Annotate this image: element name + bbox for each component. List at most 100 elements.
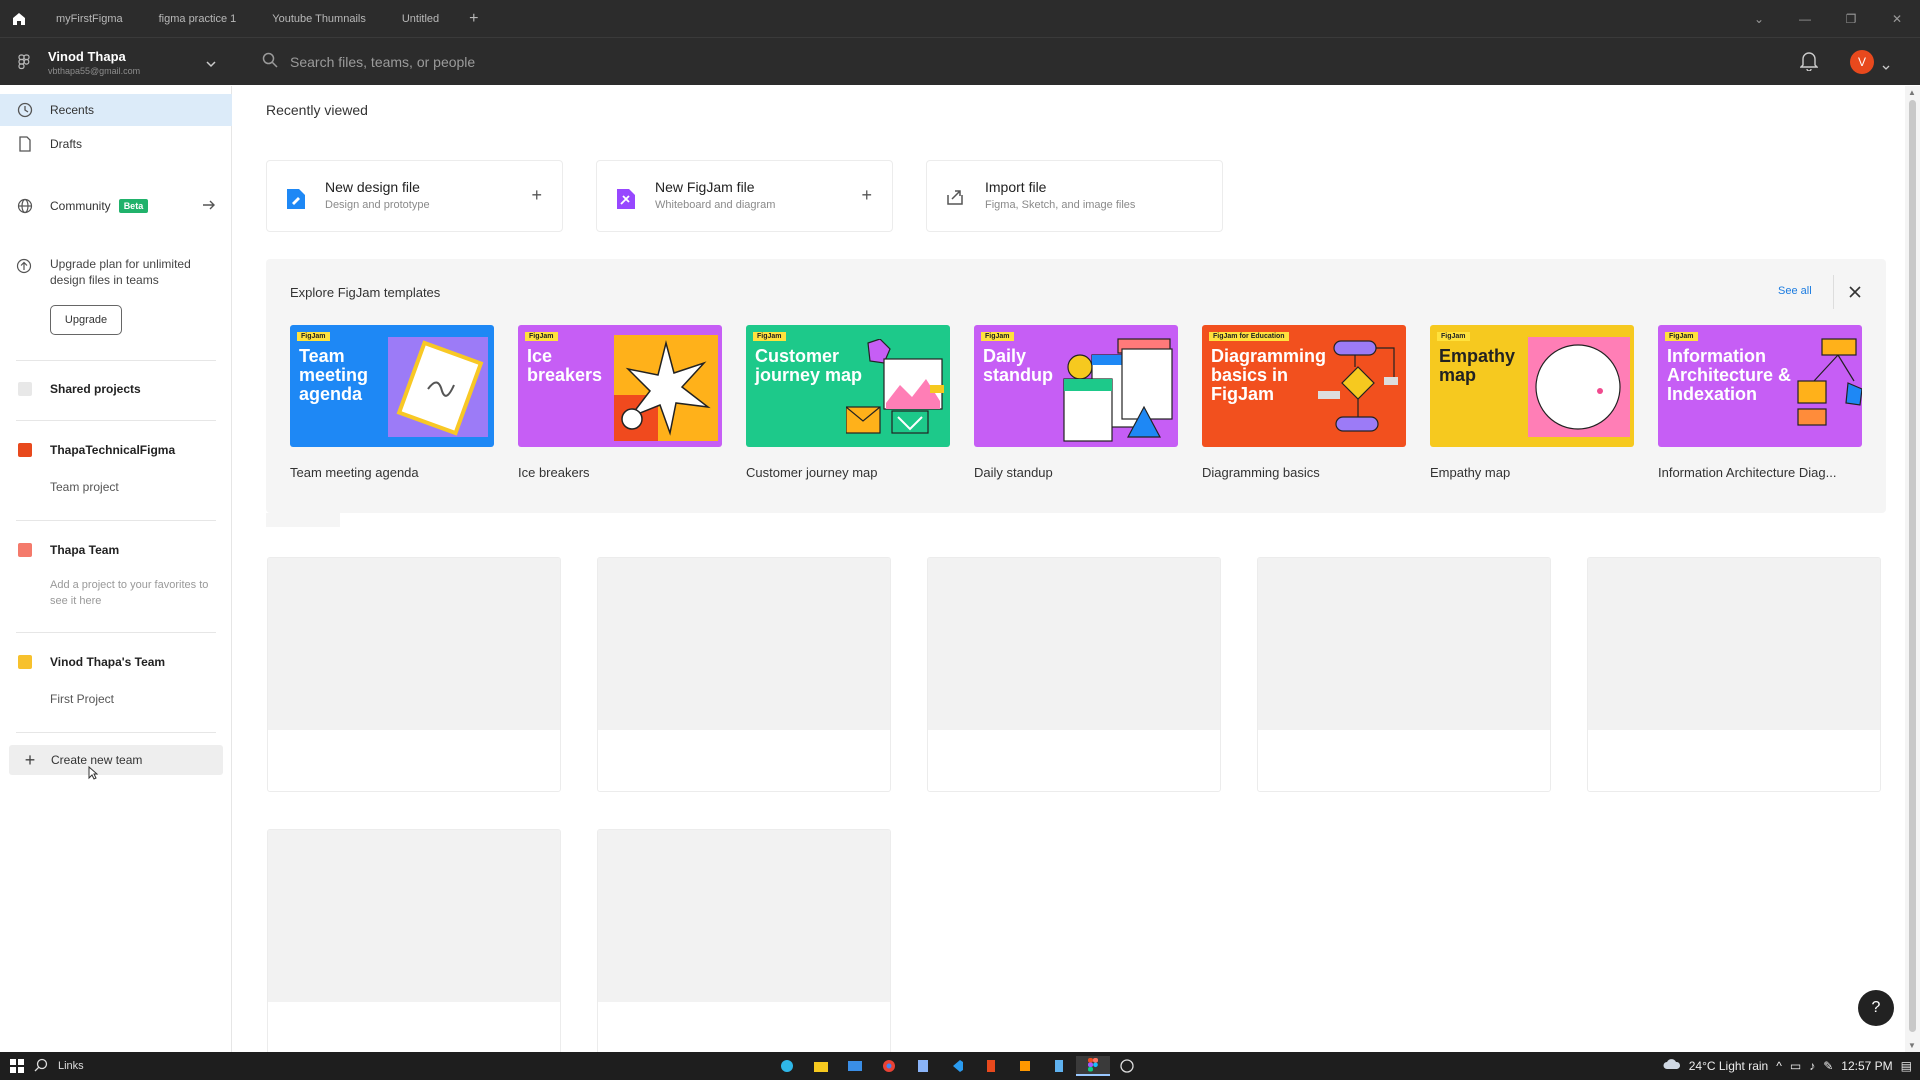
divider xyxy=(16,360,216,361)
sidebar-project-first-project[interactable]: First Project xyxy=(50,692,114,706)
chevron-down-icon[interactable] xyxy=(206,55,216,73)
mail-icon[interactable] xyxy=(838,1056,872,1076)
template-daily-standup[interactable]: FigJam Daily standup Daily standup xyxy=(974,325,1178,480)
file-card-placeholder[interactable] xyxy=(1587,557,1881,792)
sidebar-item-community[interactable]: Community Beta xyxy=(0,190,232,222)
scrollbar-thumb[interactable] xyxy=(1909,100,1916,1032)
file-thumbnail-placeholder xyxy=(598,558,890,730)
file-card-placeholder[interactable] xyxy=(267,557,561,792)
file-card-placeholder[interactable] xyxy=(927,557,1221,792)
network-icon[interactable]: ▭ xyxy=(1790,1059,1801,1073)
card-title: New FigJam file xyxy=(655,179,755,195)
vscode-icon[interactable] xyxy=(940,1056,974,1076)
pen-icon[interactable]: ✎ xyxy=(1823,1059,1833,1073)
template-ice-breakers[interactable]: FigJam Ice breakers Ice breakers xyxy=(518,325,722,480)
sidebar-team-thapa-team[interactable]: Thapa Team xyxy=(0,536,232,564)
create-new-team-button[interactable]: + Create new team xyxy=(9,745,223,775)
upgrade-plan-text: Upgrade plan for unlimited design files … xyxy=(50,257,191,287)
help-button[interactable]: ? xyxy=(1858,990,1894,1026)
template-label: Customer journey map xyxy=(746,465,878,480)
template-thumbnail: FigJam Daily standup xyxy=(974,325,1178,447)
card-subtitle: Whiteboard and diagram xyxy=(655,199,776,211)
clock-icon xyxy=(0,102,50,118)
close-icon[interactable] xyxy=(1849,285,1861,303)
file-card-placeholder[interactable] xyxy=(267,829,561,1052)
card-subtitle: Figma, Sketch, and image files xyxy=(985,199,1136,211)
tab-myfirstfigma[interactable]: myFirstFigma xyxy=(38,0,141,37)
add-tab-button[interactable]: + xyxy=(457,10,490,28)
sidebar-item-drafts[interactable]: Drafts xyxy=(0,128,232,160)
file-explorer-icon[interactable] xyxy=(804,1056,838,1076)
new-design-file-card[interactable]: New design file Design and prototype + xyxy=(266,160,563,232)
user-name: Vinod Thapa xyxy=(48,48,126,64)
figma-app-icon[interactable] xyxy=(1076,1056,1110,1076)
sidebar-team-thapatechnicalfigma[interactable]: ThapaTechnicalFigma xyxy=(0,436,232,464)
sublime-icon[interactable] xyxy=(1008,1056,1042,1076)
template-customer-journey-map[interactable]: FigJam Customer journey map Customer jou… xyxy=(746,325,950,480)
office-icon[interactable] xyxy=(974,1056,1008,1076)
new-figjam-file-card[interactable]: New FigJam file Whiteboard and diagram + xyxy=(596,160,893,232)
search-icon xyxy=(34,1058,48,1075)
see-all-link[interactable]: See all xyxy=(1778,285,1812,297)
account-switcher[interactable]: Vinod Thapa vbthapa55@gmail.com xyxy=(0,38,232,86)
taskbar-apps xyxy=(770,1056,1144,1076)
sidebar-item-label: Drafts xyxy=(50,137,83,151)
templates-heading: Explore FigJam templates xyxy=(290,285,441,300)
import-icon xyxy=(945,187,965,212)
file-card-placeholder[interactable] xyxy=(597,829,891,1052)
avatar-chevron-down-icon[interactable] xyxy=(1882,58,1890,76)
sidebar-item-shared-projects[interactable]: Shared projects xyxy=(0,375,232,403)
search-input[interactable]: Search files, teams, or people xyxy=(262,38,475,86)
tabs-dropdown-icon[interactable]: ⌄ xyxy=(1736,12,1782,26)
clock-time[interactable]: 12:57 PM xyxy=(1841,1059,1892,1073)
tab-youtube-thumnails[interactable]: Youtube Thumnails xyxy=(254,0,384,37)
taskbar-search[interactable]: Links xyxy=(34,1058,84,1075)
tab-figma-practice-1[interactable]: figma practice 1 xyxy=(141,0,255,37)
figjam-tag: FigJam xyxy=(525,332,558,341)
figjam-tag: FigJam xyxy=(297,332,330,341)
sidebar-item-label: Recents xyxy=(50,103,95,117)
card-title: Import file xyxy=(985,179,1047,195)
upgrade-button[interactable]: Upgrade xyxy=(50,305,122,335)
avatar[interactable]: V xyxy=(1850,50,1874,74)
tray-chevron-up-icon[interactable]: ^ xyxy=(1776,1059,1782,1073)
template-diagramming-basics[interactable]: FigJam for Education Diagramming basics … xyxy=(1202,325,1406,480)
windows-start-icon[interactable] xyxy=(0,1059,34,1073)
sidebar-item-recents[interactable]: Recents xyxy=(0,94,232,126)
beta-badge: Beta xyxy=(118,199,149,213)
template-empathy-map[interactable]: FigJam Empathy map Empathy map xyxy=(1430,325,1634,480)
title-bar: myFirstFigma figma practice 1 Youtube Th… xyxy=(0,0,1920,37)
file-thumbnail-placeholder xyxy=(268,558,560,730)
template-team-meeting-agenda[interactable]: FigJam Team meeting agenda Team meeting … xyxy=(290,325,494,480)
sidebar-team-vinod-thapas-team[interactable]: Vinod Thapa's Team xyxy=(0,648,232,676)
notepad-icon[interactable] xyxy=(1042,1056,1076,1076)
weather-text[interactable]: 24°C Light rain xyxy=(1689,1059,1769,1073)
file-card-placeholder[interactable] xyxy=(597,557,891,792)
close-window-button[interactable]: ✕ xyxy=(1874,12,1920,26)
volume-icon[interactable]: ♪ xyxy=(1809,1059,1815,1073)
app-icon[interactable] xyxy=(906,1056,940,1076)
scroll-up-icon[interactable]: ▲ xyxy=(1908,88,1916,97)
edge-icon[interactable] xyxy=(770,1056,804,1076)
vertical-scrollbar[interactable]: ▲ ▼ xyxy=(1905,86,1920,1052)
home-icon[interactable] xyxy=(0,0,38,37)
shared-projects-icon xyxy=(18,382,32,396)
maximize-button[interactable]: ❐ xyxy=(1828,12,1874,26)
notifications-icon[interactable]: ▤ xyxy=(1901,1059,1912,1073)
import-file-card[interactable]: Import file Figma, Sketch, and image fil… xyxy=(926,160,1223,232)
file-card-placeholder[interactable] xyxy=(1257,557,1551,792)
scroll-down-icon[interactable]: ▼ xyxy=(1908,1041,1916,1050)
minimize-button[interactable]: — xyxy=(1782,12,1828,26)
template-information-architecture[interactable]: FigJam Information Architecture & Indexa… xyxy=(1658,325,1862,480)
sidebar-project-team-project[interactable]: Team project xyxy=(50,480,119,494)
notification-bell-icon[interactable] xyxy=(1799,51,1819,76)
chrome-icon[interactable] xyxy=(872,1056,906,1076)
tab-untitled[interactable]: Untitled xyxy=(384,0,457,37)
arrow-right-icon[interactable] xyxy=(202,199,216,214)
obs-icon[interactable] xyxy=(1110,1056,1144,1076)
team-name: Vinod Thapa's Team xyxy=(50,655,166,669)
cloud-rain-icon xyxy=(1663,1058,1681,1074)
plus-icon: + xyxy=(861,185,872,205)
template-label: Information Architecture Diag... xyxy=(1658,465,1837,480)
divider xyxy=(16,420,216,421)
